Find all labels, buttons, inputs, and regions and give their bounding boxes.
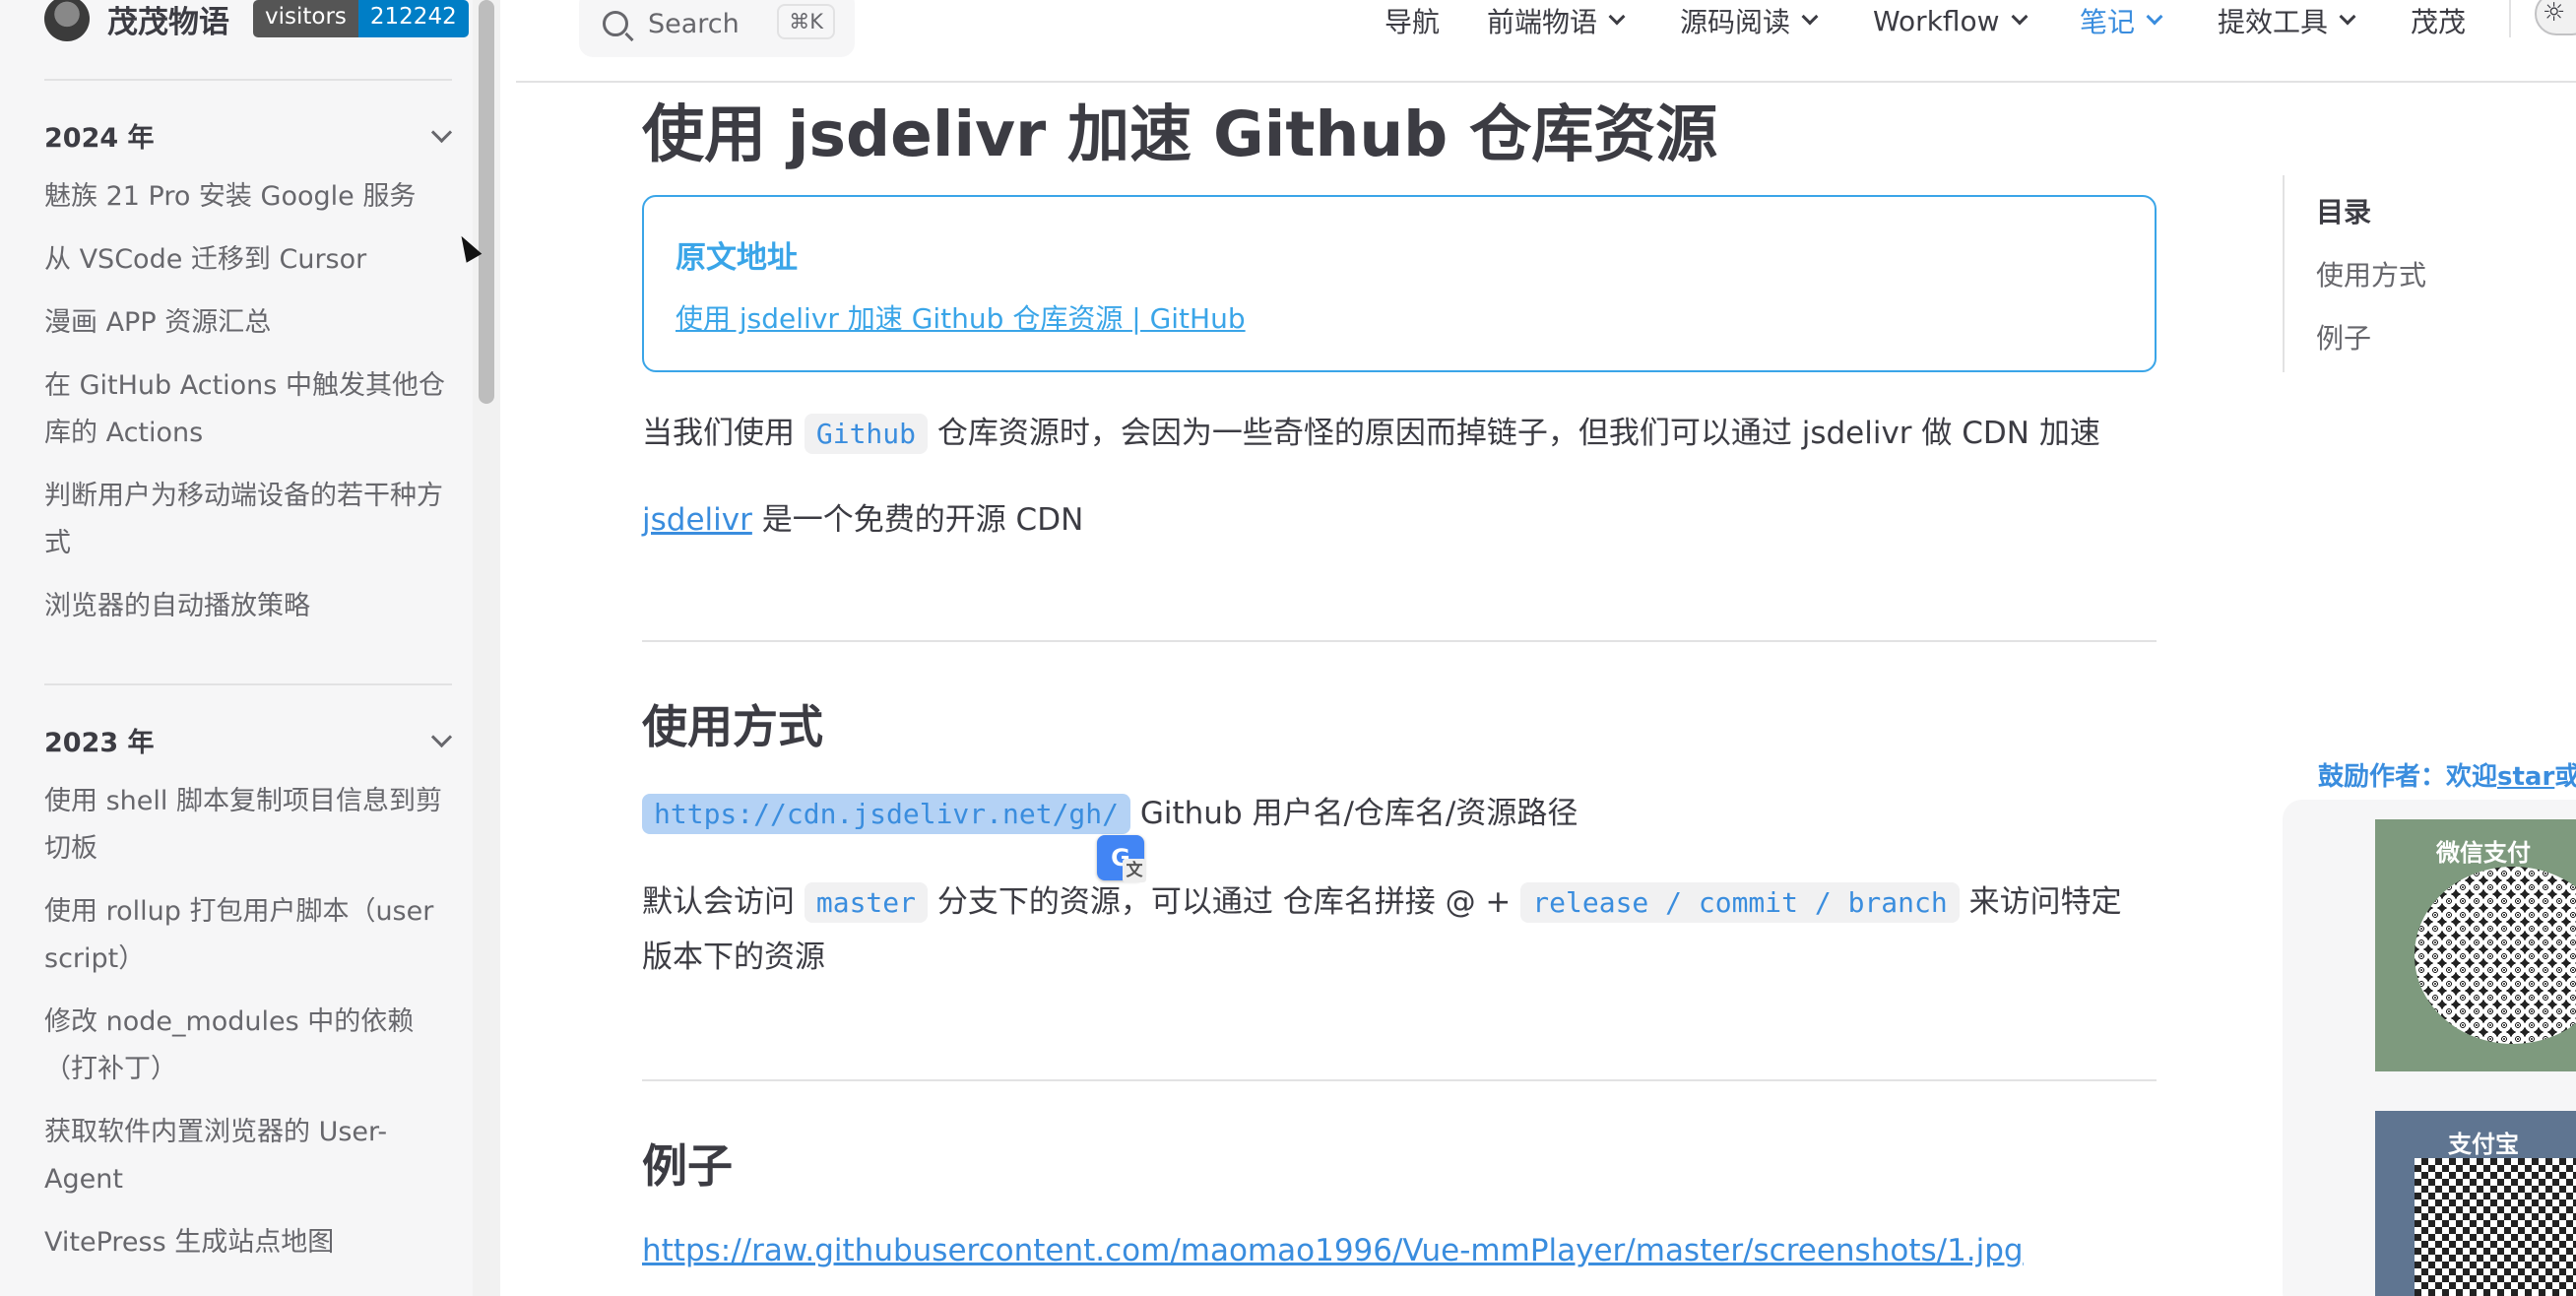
group-title: 2024 年 (44, 123, 155, 154)
chevron-down-icon (2339, 8, 2356, 26)
divider (44, 79, 452, 81)
wechat-label: 微信支付 (2436, 839, 2531, 867)
sidebar-item[interactable]: 从 VSCode 迁移到 Cursor (44, 236, 458, 284)
text: 或 (2554, 762, 2576, 792)
outline-item[interactable]: 使用方式 (2316, 254, 2426, 293)
outline-item[interactable]: 例子 (2316, 317, 2371, 356)
jsdelivr-link[interactable]: jsdelivr (642, 502, 752, 538)
nav-item-导航[interactable]: 导航 (1385, 0, 1440, 41)
paragraph: jsdelivr 是一个免费的开源 CDN (642, 492, 1083, 548)
sidebar-item[interactable]: 在 GitHub Actions 中触发其他仓库的 Actions (44, 362, 458, 457)
sidebar-group-2023[interactable]: 2023 年 (44, 721, 452, 759)
wechat-pay-card: 微信支付 (2375, 819, 2576, 1071)
avatar (44, 0, 90, 41)
paragraph-continuation: 版本下的资源 (642, 940, 825, 975)
nav-label: 源码阅读 (1680, 6, 1791, 38)
sidebar-item[interactable]: 使用 rollup 打包用户脚本（user script） (44, 888, 458, 983)
badge-count: 212242 (357, 0, 469, 37)
nav-item-workflow[interactable]: Workflow (1873, 0, 2029, 41)
paragraph: 默认会访问 master 分支下的资源，可以通过 仓库名拼接 @ + relea… (642, 875, 2122, 931)
nav-item-源码阅读[interactable]: 源码阅读 (1680, 0, 1819, 41)
sidebar-item[interactable]: 魅族 21 Pro 安装 Google 服务 (44, 173, 458, 221)
site-title[interactable]: 茂茂物语 (107, 0, 229, 41)
inline-code: master (804, 882, 929, 923)
wechat-qr-code (2415, 867, 2576, 1044)
text: Github 用户名/仓库名/资源路径 (1139, 796, 1578, 831)
brand[interactable]: 茂茂物语 visitors 212242 (44, 0, 469, 43)
source-callout: 原文地址 使用 jsdelivr 加速 Github 仓库资源 | GitHub (642, 195, 2157, 372)
text: 分支下的资源，可以通过 仓库名拼接 @ + (936, 884, 1512, 920)
sidebar-group-2024[interactable]: 2024 年 (44, 116, 452, 155)
text: 是一个免费的开源 CDN (761, 502, 1084, 538)
nav-label: 提效工具 (2218, 6, 2329, 38)
divider (642, 640, 2157, 642)
alipay-card: 支付宝 (2375, 1111, 2576, 1296)
sidebar-item[interactable]: VitePress 生成站点地图 (44, 1219, 458, 1266)
outline-title: 目录 (2316, 196, 2372, 228)
alipay-qr-code (2415, 1158, 2576, 1296)
badge-label: visitors (253, 0, 358, 37)
outline-border (2283, 175, 2285, 372)
nav-label: 笔记 (2080, 6, 2136, 38)
inline-code-selected[interactable]: https://cdn.jsdelivr.net/gh/ (642, 794, 1131, 834)
sidebar-item[interactable]: 使用 shell 脚本复制项目信息到剪切板 (44, 778, 458, 873)
search-label: Search (648, 8, 740, 39)
sidebar-scrollbar[interactable] (479, 0, 494, 404)
search-icon (603, 11, 628, 36)
sponsor-text: 鼓励作者：欢迎star或 (2318, 756, 2576, 793)
text: 当我们使用 (642, 416, 795, 451)
nav-label: Workflow (1873, 4, 2000, 37)
search-shortcut: ⌘K (777, 4, 835, 39)
source-link[interactable]: 使用 jsdelivr 加速 Github 仓库资源 | GitHub (676, 297, 1246, 337)
heading-usage: 使用方式 (642, 700, 823, 753)
paragraph: 当我们使用 Github 仓库资源时，会因为一些奇怪的原因而掉链子，但我们可以通… (642, 406, 2100, 462)
sidebar-item[interactable]: 判断用户为移动端设备的若干种方式 (44, 473, 458, 567)
divider (44, 683, 452, 685)
sidebar-item[interactable]: 获取软件内置浏览器的 User-Agent (44, 1109, 458, 1203)
text: 来访问特定 (1968, 884, 2122, 920)
chevron-down-icon (2011, 8, 2029, 26)
divider (2509, 0, 2511, 37)
callout-title: 原文地址 (676, 240, 798, 276)
star-link[interactable]: star (2497, 762, 2554, 792)
chevron-down-icon[interactable] (430, 730, 452, 751)
example-link[interactable]: https://raw.githubusercontent.com/maomao… (642, 1233, 2024, 1268)
nav-label: 前端物语 (1487, 6, 1598, 38)
inline-code: release / commit / branch (1520, 882, 1960, 923)
chevron-down-icon (1801, 8, 1819, 26)
nav-label: 导航 (1385, 6, 1441, 38)
paragraph: https://raw.githubusercontent.com/maomao… (642, 1223, 2024, 1278)
divider (642, 1079, 2157, 1081)
chevron-down-icon (1608, 8, 1626, 26)
page-title: 使用 jsdelivr 加速 Github 仓库资源 (642, 98, 1718, 170)
text: 默认会访问 (642, 884, 795, 920)
text: 鼓励作者：欢迎 (2318, 762, 2498, 792)
nav-item-提效工具[interactable]: 提效工具 (2218, 0, 2356, 41)
alipay-label: 支付宝 (2448, 1131, 2519, 1158)
nav-item-前端物语[interactable]: 前端物语 (1487, 0, 1626, 41)
visitors-badge: visitors 212242 (253, 0, 469, 37)
sidebar-item[interactable]: 修改 node_modules 中的依赖（打补丁） (44, 999, 458, 1093)
heading-example: 例子 (642, 1139, 733, 1193)
nav-item-茂茂[interactable]: 茂茂 (2411, 0, 2466, 41)
text: 仓库资源时，会因为一些奇怪的原因而掉链子，但我们可以通过 jsdelivr 做 … (936, 416, 2100, 451)
chevron-down-icon (2146, 8, 2163, 26)
sidebar: 茂茂物语 visitors 212242 2024 年 魅族 21 Pro 安装… (0, 0, 473, 1296)
nav-item-笔记[interactable]: 笔记 (2080, 0, 2163, 41)
search-button[interactable]: Search ⌘K (579, 0, 855, 57)
translate-icon[interactable]: G (1097, 835, 1146, 882)
paragraph: https://cdn.jsdelivr.net/gh/ Github 用户名/… (642, 786, 1578, 842)
sidebar-item[interactable]: 浏览器的自动播放策略 (44, 583, 458, 630)
group-title: 2023 年 (44, 728, 155, 758)
chevron-down-icon[interactable] (430, 125, 452, 147)
nav-label: 茂茂 (2411, 6, 2467, 38)
inline-code: Github (804, 414, 929, 454)
sidebar-item[interactable]: 漫画 APP 资源汇总 (44, 299, 458, 347)
